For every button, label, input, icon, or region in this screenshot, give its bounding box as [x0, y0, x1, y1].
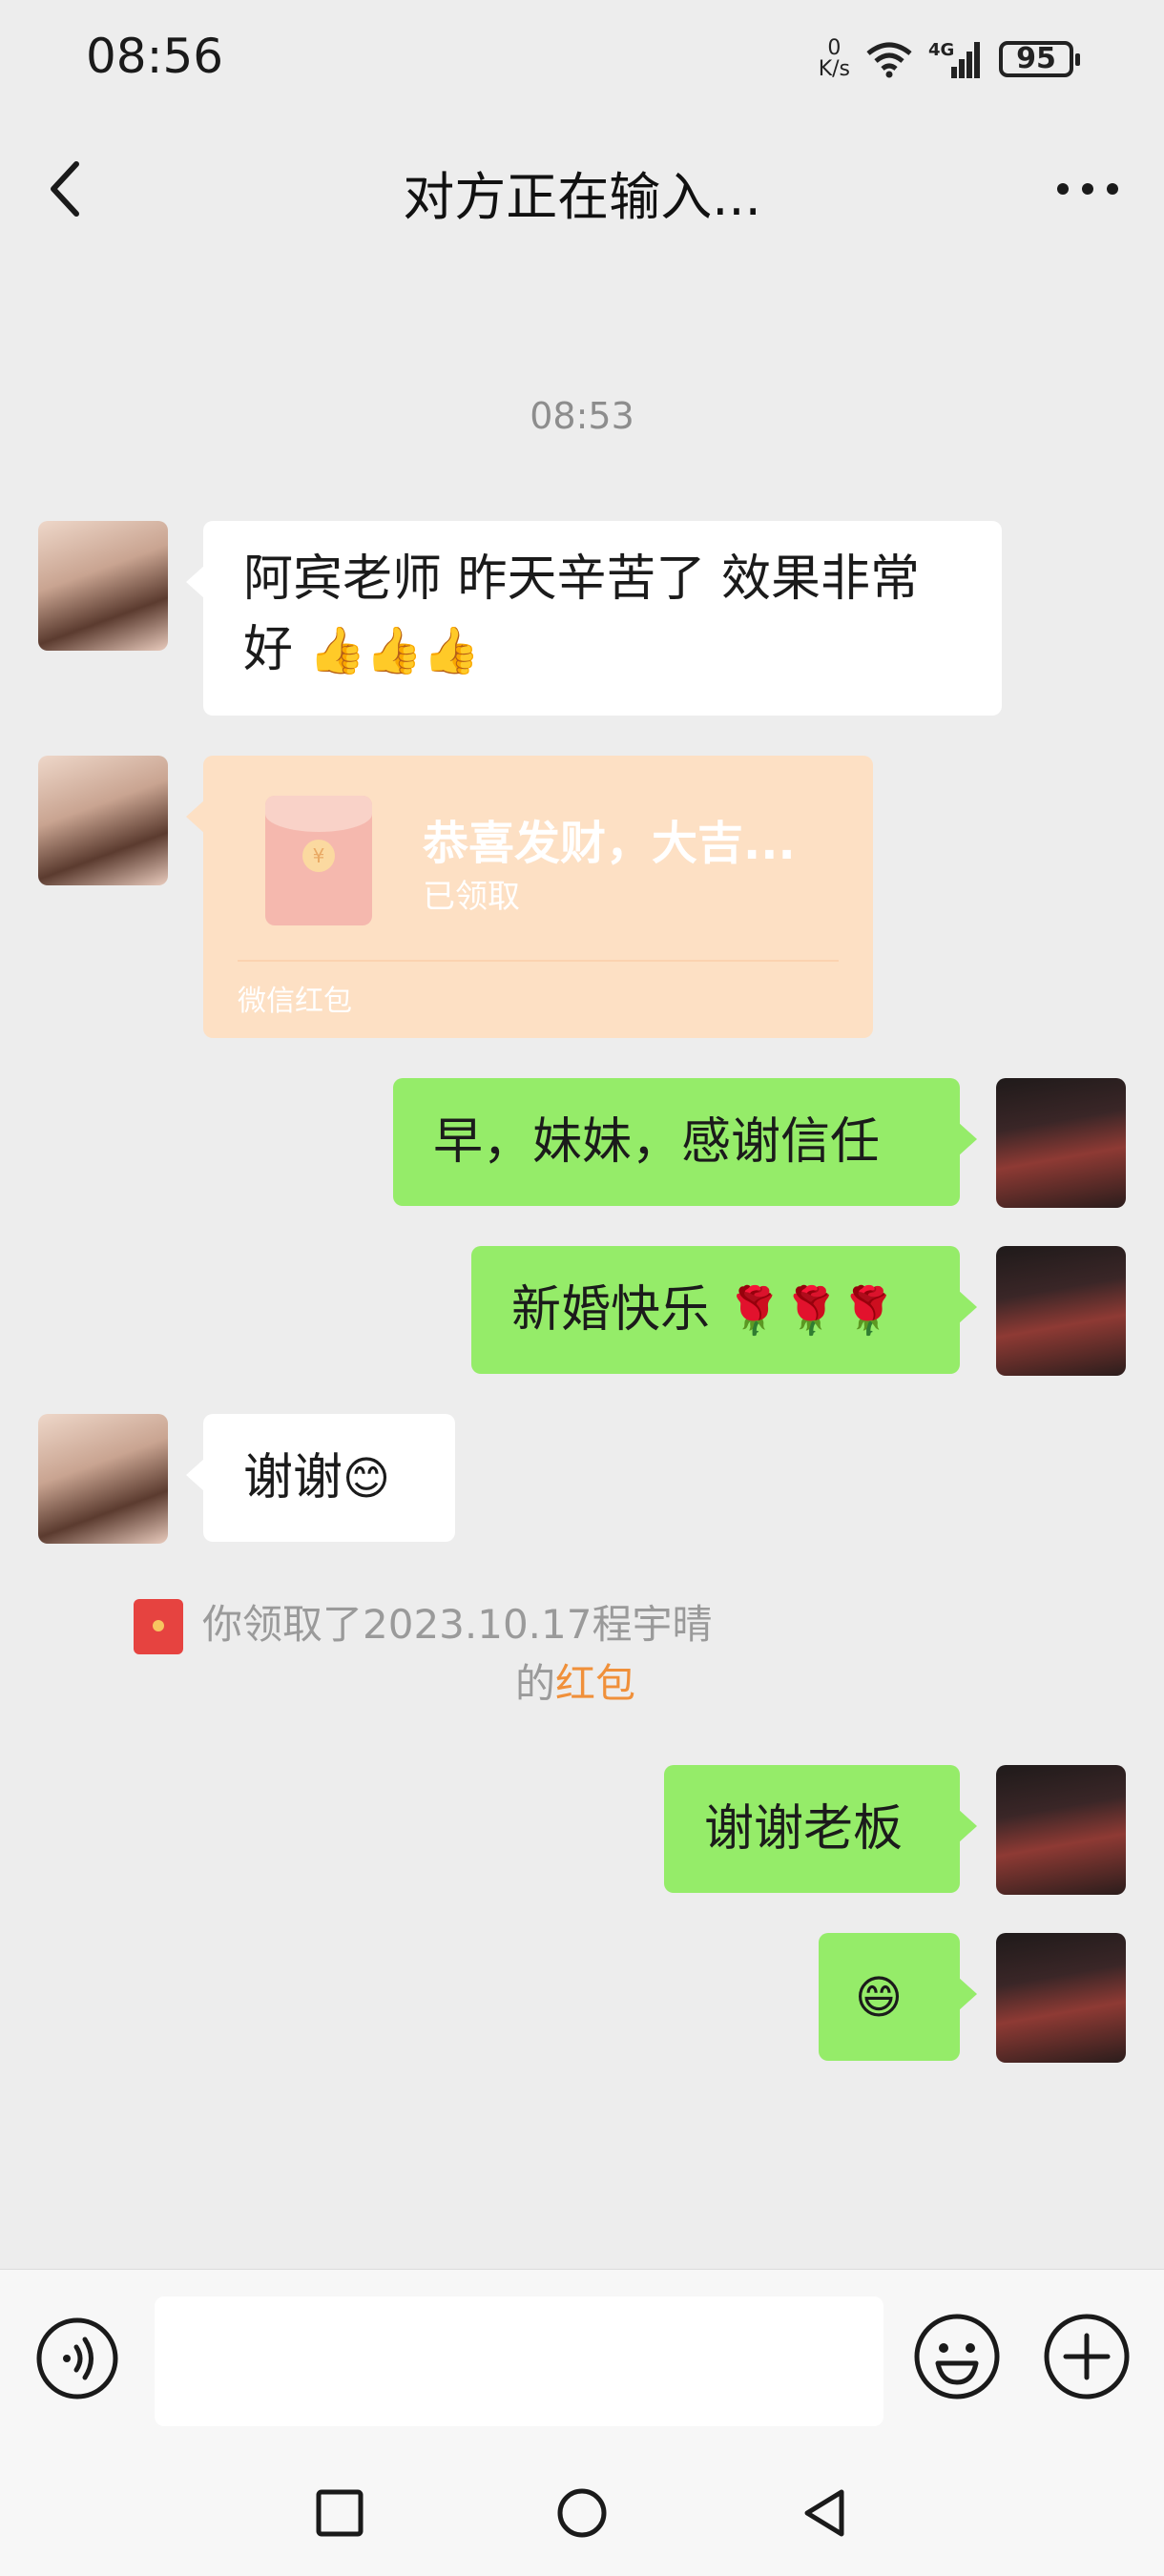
grin-emoji: 😄 — [855, 1971, 904, 2025]
avatar[interactable] — [38, 521, 168, 651]
red-packet-icon — [134, 1599, 183, 1654]
wifi-icon — [866, 42, 912, 78]
message-bubble[interactable]: 早，妹妹，感谢信任 — [393, 1078, 977, 1206]
message-bubble[interactable]: 新婚快乐 🌹🌹🌹 — [471, 1246, 977, 1374]
message-text: 新婚快乐 — [511, 1281, 711, 1339]
thumbs-up-emoji: 👍👍👍 — [308, 624, 480, 677]
avatar[interactable] — [38, 1414, 168, 1544]
emoji-icon[interactable] — [912, 2312, 1002, 2401]
red-packet-link[interactable]: 红包 — [555, 1660, 635, 1707]
avatar[interactable] — [996, 1078, 1126, 1208]
chat-title: 对方正在输入... — [403, 167, 761, 227]
voice-icon[interactable] — [34, 2316, 120, 2401]
red-packet-title: 恭喜发财，大吉... — [423, 817, 796, 870]
red-packet-card[interactable]: ¥ 恭喜发财，大吉... 已领取 微信红包 — [186, 756, 873, 1038]
chat-timestamp: 08:53 — [530, 395, 634, 437]
message-bubble[interactable]: 谢谢老板 — [664, 1765, 977, 1893]
smile-emoji: 😊 — [343, 1452, 391, 1506]
triangle-back-icon[interactable] — [796, 2484, 853, 2542]
system-nav-bar — [0, 2450, 1164, 2576]
plus-icon[interactable] — [1042, 2312, 1132, 2401]
message-input[interactable] — [155, 2296, 883, 2426]
message-text: 谢谢 — [243, 1449, 343, 1506]
red-packet-icon: ¥ — [265, 796, 372, 925]
circle-icon[interactable] — [553, 2484, 611, 2542]
chat-header: 对方正在输入... — [0, 134, 1164, 248]
red-packet-status: 已领取 — [423, 878, 520, 916]
rose-emoji: 🌹🌹🌹 — [725, 1284, 897, 1338]
message-bubble[interactable]: 😄 — [819, 1933, 977, 2061]
more-dots-icon[interactable] — [1040, 151, 1135, 227]
status-time: 08:56 — [86, 29, 224, 84]
message-text: 早，妹妹，感谢信任 — [433, 1113, 881, 1171]
square-icon[interactable] — [311, 2484, 368, 2542]
net-speed: 0 K/s — [818, 36, 850, 81]
svg-text:4G: 4G — [928, 40, 954, 60]
battery-indicator: 95 — [999, 41, 1080, 77]
status-icons: 0 K/s 4G 95 — [818, 34, 1080, 84]
message-text: 谢谢老板 — [704, 1800, 904, 1858]
avatar[interactable] — [996, 1933, 1126, 2063]
avatar[interactable] — [996, 1246, 1126, 1376]
message-bubble[interactable]: 谢谢😊 — [186, 1414, 455, 1542]
message-bubble[interactable]: 阿宾老师 昨天辛苦了 效果非常好 👍👍👍 — [186, 521, 1002, 716]
avatar[interactable] — [38, 756, 168, 885]
status-bar: 08:56 0 K/s 4G 95 — [0, 0, 1164, 114]
input-bar — [0, 2269, 1164, 2451]
red-packet-brand: 微信红包 — [238, 985, 352, 1018]
avatar[interactable] — [996, 1765, 1126, 1895]
divider — [238, 960, 839, 962]
cellular-signal-icon: 4G — [928, 40, 980, 78]
